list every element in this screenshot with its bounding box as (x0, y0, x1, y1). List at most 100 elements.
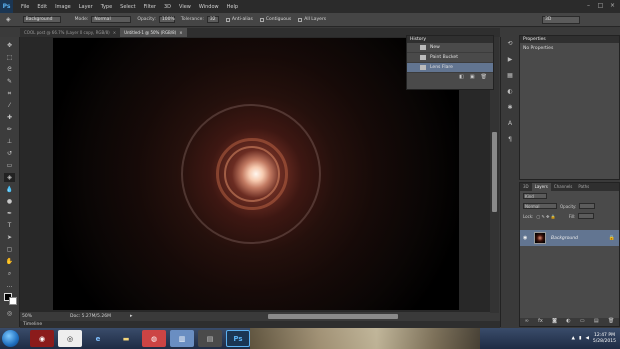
crop-tool-icon[interactable]: ⌗ (4, 89, 15, 98)
menu-filter[interactable]: Filter (144, 4, 156, 10)
folder-icon[interactable]: ▭ (580, 318, 585, 326)
start-button[interactable] (2, 330, 19, 347)
clone-stamp-tool-icon[interactable]: ⊥ (4, 137, 15, 146)
fill-source-select[interactable]: Background (22, 16, 61, 23)
lasso-tool-icon[interactable]: ᘓ (4, 65, 15, 74)
window-icon[interactable]: ▤ (198, 330, 222, 347)
tab-untitled-1[interactable]: Untitled-1 @ 50% (RGB/8) × (120, 28, 187, 37)
menu-help[interactable]: Help (227, 4, 238, 10)
maximize-icon[interactable]: □ (596, 2, 605, 10)
snapshot-icon[interactable]: ◧ (459, 73, 464, 81)
mode-select[interactable]: Normal (91, 16, 132, 23)
document-canvas[interactable] (53, 38, 459, 310)
menu-file[interactable]: File (21, 4, 29, 10)
volume-icon[interactable]: ◀ (585, 336, 588, 341)
zoom-level[interactable]: 50% (22, 314, 32, 319)
menu-image[interactable]: Image (55, 4, 71, 10)
tab-layers[interactable]: Layers (531, 183, 551, 191)
horizontal-scrollbar[interactable] (268, 314, 398, 319)
contiguous-checkbox[interactable] (259, 17, 264, 22)
new-layer-icon[interactable]: ▤ (594, 318, 599, 326)
timeline-panel[interactable]: Timeline (20, 321, 500, 328)
menu-view[interactable]: View (179, 4, 191, 10)
history-title[interactable]: History (407, 36, 493, 43)
quick-select-tool-icon[interactable]: ✎ (4, 77, 15, 86)
dodge-tool-icon[interactable]: ● (4, 197, 15, 206)
kind-filter-select[interactable]: Kind (523, 193, 547, 199)
camera-icon[interactable]: ▣ (470, 73, 475, 81)
actions-icon[interactable]: ▶ (505, 55, 515, 64)
all-layers-checkbox[interactable] (298, 17, 303, 22)
styles-icon[interactable]: ✱ (505, 103, 515, 112)
fill-field[interactable] (578, 213, 595, 219)
tab-channels[interactable]: Channels (551, 183, 576, 191)
anti-alias-checkbox[interactable] (225, 17, 230, 22)
media-app-icon[interactable]: ◉ (30, 330, 54, 347)
status-menu-icon[interactable]: ▸ (130, 313, 133, 319)
history-brush-tool-icon[interactable]: ↺ (4, 149, 15, 158)
link-icon[interactable]: ∞ (525, 318, 529, 326)
menu-window[interactable]: Window (199, 4, 219, 10)
photoshop-taskbar-icon[interactable]: Ps (226, 330, 250, 347)
background-color-swatch[interactable] (9, 297, 17, 305)
more-tools-icon[interactable]: … (4, 281, 15, 290)
paragraph-icon[interactable]: ¶ (505, 135, 515, 144)
close-icon[interactable]: × (608, 2, 617, 10)
history-item-lens-flare[interactable]: Lens Flare (407, 63, 493, 73)
menu-select[interactable]: Select (120, 4, 135, 10)
menu-3d[interactable]: 3D (164, 4, 171, 10)
menu-layer[interactable]: Layer (79, 4, 93, 10)
blur-tool-icon[interactable]: 💧 (4, 185, 15, 194)
zoom-tool-icon[interactable]: ⌕ (4, 269, 15, 278)
layer-row-background[interactable]: ◉ Background 🔒 (520, 230, 619, 246)
minimize-icon[interactable]: – (584, 2, 593, 10)
history-item-new[interactable]: New (407, 43, 493, 53)
paint-bucket-tool-icon[interactable]: ◈ (4, 173, 15, 182)
fx-icon[interactable]: fx (538, 318, 543, 326)
chevron-up-icon[interactable]: ▲ (572, 336, 575, 341)
eye-icon[interactable]: ◉ (523, 235, 527, 241)
marquee-tool-icon[interactable]: ⬚ (4, 53, 15, 62)
swatches-icon[interactable]: ▦ (505, 71, 515, 80)
menu-type[interactable]: Type (101, 4, 112, 10)
trash-icon[interactable]: 🗑 (481, 73, 487, 81)
paint-bucket-icon[interactable]: ◈ (6, 16, 11, 23)
eraser-tool-icon[interactable]: ▭ (4, 161, 15, 170)
healing-brush-tool-icon[interactable]: ✚ (4, 113, 15, 122)
chrome-icon[interactable]: ◍ (142, 330, 166, 347)
properties-title[interactable]: Properties (520, 36, 619, 43)
lock-icon[interactable]: ▢ ✎ ✥ 🔒 (536, 214, 555, 219)
workspace-select[interactable]: 3D (542, 16, 580, 24)
blend-mode-select[interactable]: Normal (523, 203, 557, 209)
tab-paths[interactable]: Paths (575, 183, 592, 191)
history-item-paint-bucket[interactable]: Paint Bucket (407, 53, 493, 63)
close-icon[interactable]: × (113, 28, 116, 37)
type-tool-icon[interactable]: T (4, 221, 15, 230)
internet-explorer-icon[interactable]: e (86, 330, 110, 347)
close-icon[interactable]: × (179, 28, 182, 37)
file-manager-icon[interactable]: ▥ (170, 330, 194, 347)
adjustments-icon[interactable]: ◐ (505, 87, 515, 96)
quick-mask-icon[interactable]: ◎ (4, 309, 15, 318)
hand-tool-icon[interactable]: ✋ (4, 257, 15, 266)
adjustment-layer-icon[interactable]: ◐ (566, 318, 570, 326)
layer-opacity-field[interactable] (579, 203, 596, 209)
character-icon[interactable]: A (505, 119, 515, 128)
network-icon[interactable]: ▮ (579, 336, 581, 341)
eyedropper-tool-icon[interactable]: ⁄ (4, 101, 15, 110)
path-selection-tool-icon[interactable]: ➤ (4, 233, 15, 242)
tolerance-field[interactable]: 32 (206, 16, 219, 23)
move-tool-icon[interactable]: ✥ (4, 41, 15, 50)
trash-icon[interactable]: 🗑 (608, 318, 614, 326)
brush-tool-icon[interactable]: ✏ (4, 125, 15, 134)
clock[interactable]: 12:47 PM 5/28/2015 (593, 333, 616, 345)
menu-edit[interactable]: Edit (37, 4, 47, 10)
mask-icon[interactable]: ◙ (552, 318, 557, 326)
app-icon[interactable]: ◎ (58, 330, 82, 347)
tab-3d[interactable]: 3D (520, 183, 532, 191)
pen-tool-icon[interactable]: ✒ (4, 209, 15, 218)
layer-name[interactable]: Background (551, 236, 578, 241)
vertical-scroll-thumb[interactable] (492, 132, 497, 212)
folder-icon[interactable]: ▬ (114, 330, 138, 347)
opacity-field[interactable]: 100% (158, 16, 175, 23)
